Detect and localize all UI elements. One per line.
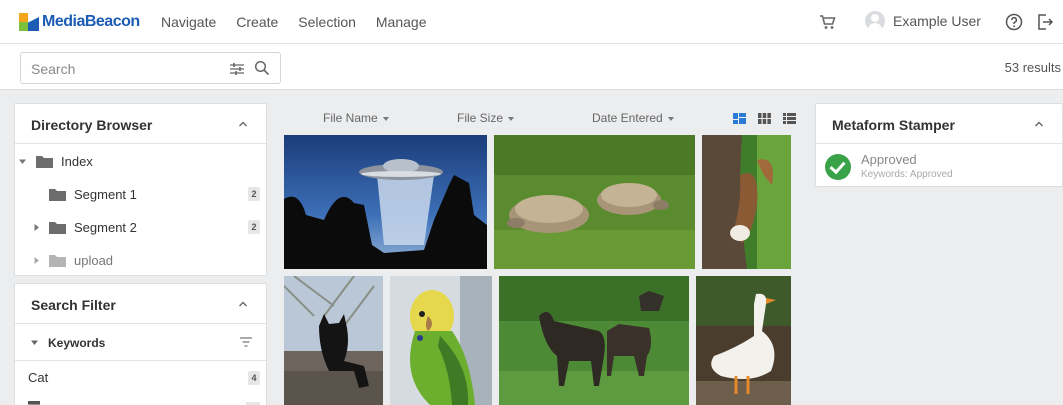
brand-name: MediaBeacon (42, 13, 140, 30)
list-view-icon[interactable] (783, 113, 796, 124)
filter-icon[interactable] (240, 337, 252, 347)
folder-icon (49, 222, 66, 234)
chevron-up-icon[interactable] (1034, 119, 1044, 129)
nav-item-selection[interactable]: Selection (298, 14, 356, 30)
directory-browser-title: Directory Browser (31, 117, 153, 133)
tree-item-segment-1[interactable]: Segment 1 2 (15, 178, 266, 210)
sort-bar: File Name File Size Date Entered (284, 103, 800, 131)
masonry-view-icon[interactable] (733, 113, 746, 124)
keywords-section-header[interactable]: Keywords (15, 324, 266, 361)
logo-mark-icon (19, 13, 39, 31)
avatar-icon (865, 11, 885, 31)
folder-icon (49, 189, 66, 201)
tree-item-segment-2[interactable]: Segment 2 2 (15, 211, 266, 243)
help-icon[interactable] (1005, 13, 1023, 31)
logout-icon[interactable] (1036, 13, 1054, 31)
directory-browser-panel: Directory Browser Index Segment 1 2 Segm… (14, 103, 267, 276)
nav-item-create[interactable]: Create (236, 14, 278, 30)
user-name: Example User (893, 13, 981, 29)
squirrel-image (702, 135, 791, 269)
top-navigation-bar: MediaBeacon Navigate Create Selection Ma… (0, 0, 1063, 44)
count-badge: 2 (248, 220, 260, 234)
thumbnail-squirrel[interactable] (702, 135, 791, 269)
sort-date-entered[interactable]: Date Entered (592, 111, 674, 125)
advanced-search-icon[interactable] (229, 61, 245, 77)
filter-item-next[interactable] (15, 393, 266, 405)
search-icon[interactable] (254, 60, 270, 76)
caret-down-icon[interactable] (19, 158, 26, 165)
approved-check-icon[interactable] (825, 154, 851, 180)
stamp-status[interactable]: Approved (861, 152, 917, 167)
folder-icon (49, 255, 66, 267)
search-bar-row: 53 results (0, 44, 1063, 90)
ufo-image (284, 135, 487, 269)
search-filter-title: Search Filter (31, 297, 116, 313)
caret-right-icon[interactable] (33, 224, 40, 231)
cart-icon[interactable] (819, 13, 837, 31)
nav-item-navigate[interactable]: Navigate (161, 14, 216, 30)
nav-item-manage[interactable]: Manage (376, 14, 427, 30)
tortoises-image (494, 135, 695, 269)
parakeet-image (390, 276, 492, 405)
grid-view-icon[interactable] (758, 113, 771, 124)
thumbnail-tortoises[interactable] (494, 135, 695, 269)
main-nav: Navigate Create Selection Manage (161, 14, 446, 30)
chevron-up-icon[interactable] (238, 119, 248, 129)
metaform-stamper-header[interactable]: Metaform Stamper (816, 104, 1062, 144)
search-box (20, 52, 281, 84)
cat-image (284, 276, 383, 405)
tree-label: upload (74, 253, 114, 268)
thumbnail-ufo[interactable] (284, 135, 487, 269)
caret-down-icon[interactable] (31, 339, 38, 346)
tree-item-upload[interactable]: upload (15, 244, 266, 276)
mediabeacon-logo[interactable]: MediaBeacon (19, 11, 140, 33)
tree-label: Segment 2 (74, 220, 137, 235)
count-badge: 4 (248, 371, 260, 385)
moose-image (499, 276, 689, 405)
results-count: 53 results (1004, 60, 1061, 75)
tree-item-index[interactable]: Index (15, 145, 266, 177)
stamp-detail: Keywords: Approved (861, 169, 953, 180)
tree-label: Index (61, 154, 93, 169)
user-menu[interactable]: Example User (865, 11, 981, 31)
thumbnail-goose[interactable] (696, 276, 791, 405)
keywords-label: Keywords (48, 336, 106, 350)
caret-right-icon[interactable] (33, 257, 40, 264)
tree-label: Segment 1 (74, 187, 137, 202)
metaform-stamper-panel: Metaform Stamper Approved Keywords: Appr… (815, 103, 1063, 187)
metaform-stamper-title: Metaform Stamper (832, 117, 955, 133)
sort-file-name[interactable]: File Name (323, 111, 389, 125)
directory-browser-header[interactable]: Directory Browser (15, 104, 266, 144)
filter-item-label-partial (28, 401, 40, 405)
search-filter-header[interactable]: Search Filter (15, 284, 266, 324)
folder-icon (36, 156, 53, 168)
count-badge: 2 (248, 187, 260, 201)
thumbnail-cat[interactable] (284, 276, 383, 405)
chevron-up-icon[interactable] (238, 299, 248, 309)
search-input[interactable] (31, 59, 221, 79)
thumbnail-moose[interactable] (499, 276, 689, 405)
goose-image (696, 276, 791, 405)
search-filter-panel: Search Filter Keywords Cat 4 (14, 283, 267, 405)
thumbnail-parakeet[interactable] (390, 276, 492, 405)
filter-item-cat[interactable]: Cat 4 (15, 362, 266, 392)
filter-item-label: Cat (28, 370, 49, 385)
sort-file-size[interactable]: File Size (457, 111, 515, 125)
